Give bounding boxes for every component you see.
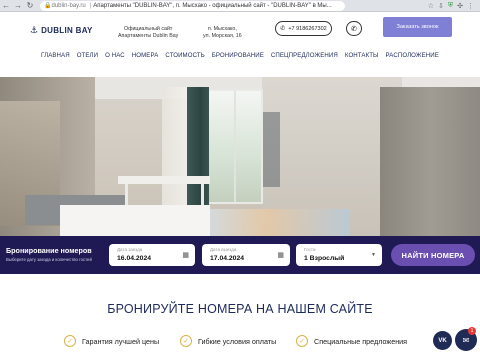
page-tab-title: Апартаменты "DUBLIN-BAY", п. Мысхако - о… [93,2,332,9]
phone-button[interactable]: ✆ +7 9186267302 [275,21,332,36]
address-line2: ул. Морская, 16 [203,33,242,39]
url-host: dublin-bay.ru [51,2,86,9]
photo-curtain [187,87,209,212]
checkout-label: Дата выезда [210,247,237,252]
tagline-line2: Апартаменты Dublin Bay [118,33,179,39]
tagline-line1: Официальный сайт [123,26,173,32]
checkin-label: Дата заезда [117,247,143,252]
menu-icon[interactable]: ⋮ [467,2,474,10]
photo-window [205,89,263,204]
chat-icon: ✉ [462,335,470,345]
find-rooms-button[interactable]: НАЙТИ НОМЕРА [391,244,475,266]
menu-item-about[interactable]: О НАС [105,52,125,62]
menu-item-contacts[interactable]: КОНТАКТЫ [345,52,379,62]
logo-text: DUBLIN BAY [41,26,93,35]
callback-button[interactable]: Заказать звонок [383,17,452,37]
puzzle-icon[interactable]: ✣ [457,2,463,10]
guests-select[interactable]: Гости 1 Взрослый ▼ [296,244,382,266]
browser-toolbar: ← → ↻ 🔒 dublin-bay.ru | Апартаменты "DUB… [0,0,480,12]
calendar-icon: ▦ [182,252,189,259]
feature-item: ✓ Гарантия лучшей цены [64,335,159,347]
address-line1: п. Мысхако, [207,26,237,32]
anchor-icon: ⚓ [30,25,39,35]
booking-subtitle: Выберите дату заезда и количество гостей [6,257,92,262]
booking-title: Бронирование номеров [6,246,92,255]
feature-text: Специальные предложения [314,336,408,346]
photo-desk [118,176,210,184]
features-list: ✓ Гарантия лучшей цены ✓ Гибкие условия … [0,335,480,353]
vk-button[interactable]: VK [433,331,452,350]
phone-number: +7 9186267302 [288,25,327,32]
logo[interactable]: ⚓ DUBLIN BAY [30,25,93,36]
chat-badge: 1 [468,327,476,335]
reload-icon[interactable]: ↻ [24,0,36,12]
section-title: БРОНИРУЙТЕ НОМЕРА НА НАШЕМ САЙТЕ [107,302,373,316]
lock-icon: 🔒 [44,3,52,9]
checkin-value: 16.04.2024 [117,255,152,262]
checkout-value: 17.04.2024 [210,255,245,262]
address: п. Мысхако, ул. Морская, 16 [203,26,242,40]
photo-sheer-curtain [162,87,190,207]
menu-item-location[interactable]: РАСПОЛОЖЕНИЕ [386,52,439,62]
hero-room-photo [0,77,480,236]
menu-item-rooms[interactable]: НОМЕРА [132,52,159,62]
star-icon[interactable]: ☆ [428,2,434,10]
back-icon[interactable]: ← [0,0,12,12]
check-icon: ✓ [180,335,192,347]
photo-bed [60,205,210,236]
chevron-down-icon: ▼ [371,252,376,258]
guests-label: Гости [304,247,316,252]
whatsapp-button[interactable]: ✆ [346,21,362,36]
checkout-date-field[interactable]: Дата выезда 17.04.2024 ▦ [202,244,290,266]
browser-icons: ☆ ⇩ ⛨ ✣ ⋮ [428,2,474,10]
forward-icon[interactable]: → [12,0,24,12]
phone-icon: ✆ [280,26,286,32]
feature-item: ✓ Гибкие условия оплаты [180,335,276,347]
menu-item-home[interactable]: ГЛАВНАЯ [41,52,70,62]
menu-item-booking[interactable]: БРОНИРОВАНИЕ [212,52,264,62]
booking-bar: Бронирование номеров Выберите дату заезд… [0,236,480,274]
check-icon: ✓ [296,335,308,347]
calendar-icon: ▦ [277,252,284,259]
checkin-date-field[interactable]: Дата заезда 16.04.2024 ▦ [109,244,195,266]
download-icon[interactable]: ⇩ [438,2,444,10]
feature-text: Гарантия лучшей цены [82,336,160,346]
tagline: Официальный сайт Апартаменты Dublin Bay [118,26,178,40]
photo-wardrobe-door [380,87,480,236]
menu-item-hotels[interactable]: ОТЕЛИ [77,52,98,62]
check-icon: ✓ [64,335,76,347]
url-separator: | [89,2,92,9]
guests-value: 1 Взрослый [304,255,345,262]
menu-item-offers[interactable]: СПЕЦПРЕДЛОЖЕНИЯ [271,52,338,62]
address-bar[interactable]: 🔒 dublin-bay.ru | Апартаменты "DUBLIN-BA… [40,0,345,11]
whatsapp-icon: ✆ [351,25,357,33]
menu-item-prices[interactable]: СТОИМОСТЬ [165,52,204,62]
photo-mirror [262,112,280,187]
feature-text: Гибкие условия оплаты [198,336,277,346]
feature-item: ✓ Специальные предложения [296,335,407,347]
shield-icon[interactable]: ⛨ [448,2,453,10]
photo-rug [210,209,350,236]
main-menu: ГЛАВНАЯ ОТЕЛИ О НАС НОМЕРА СТОИМОСТЬ БРО… [0,52,480,62]
